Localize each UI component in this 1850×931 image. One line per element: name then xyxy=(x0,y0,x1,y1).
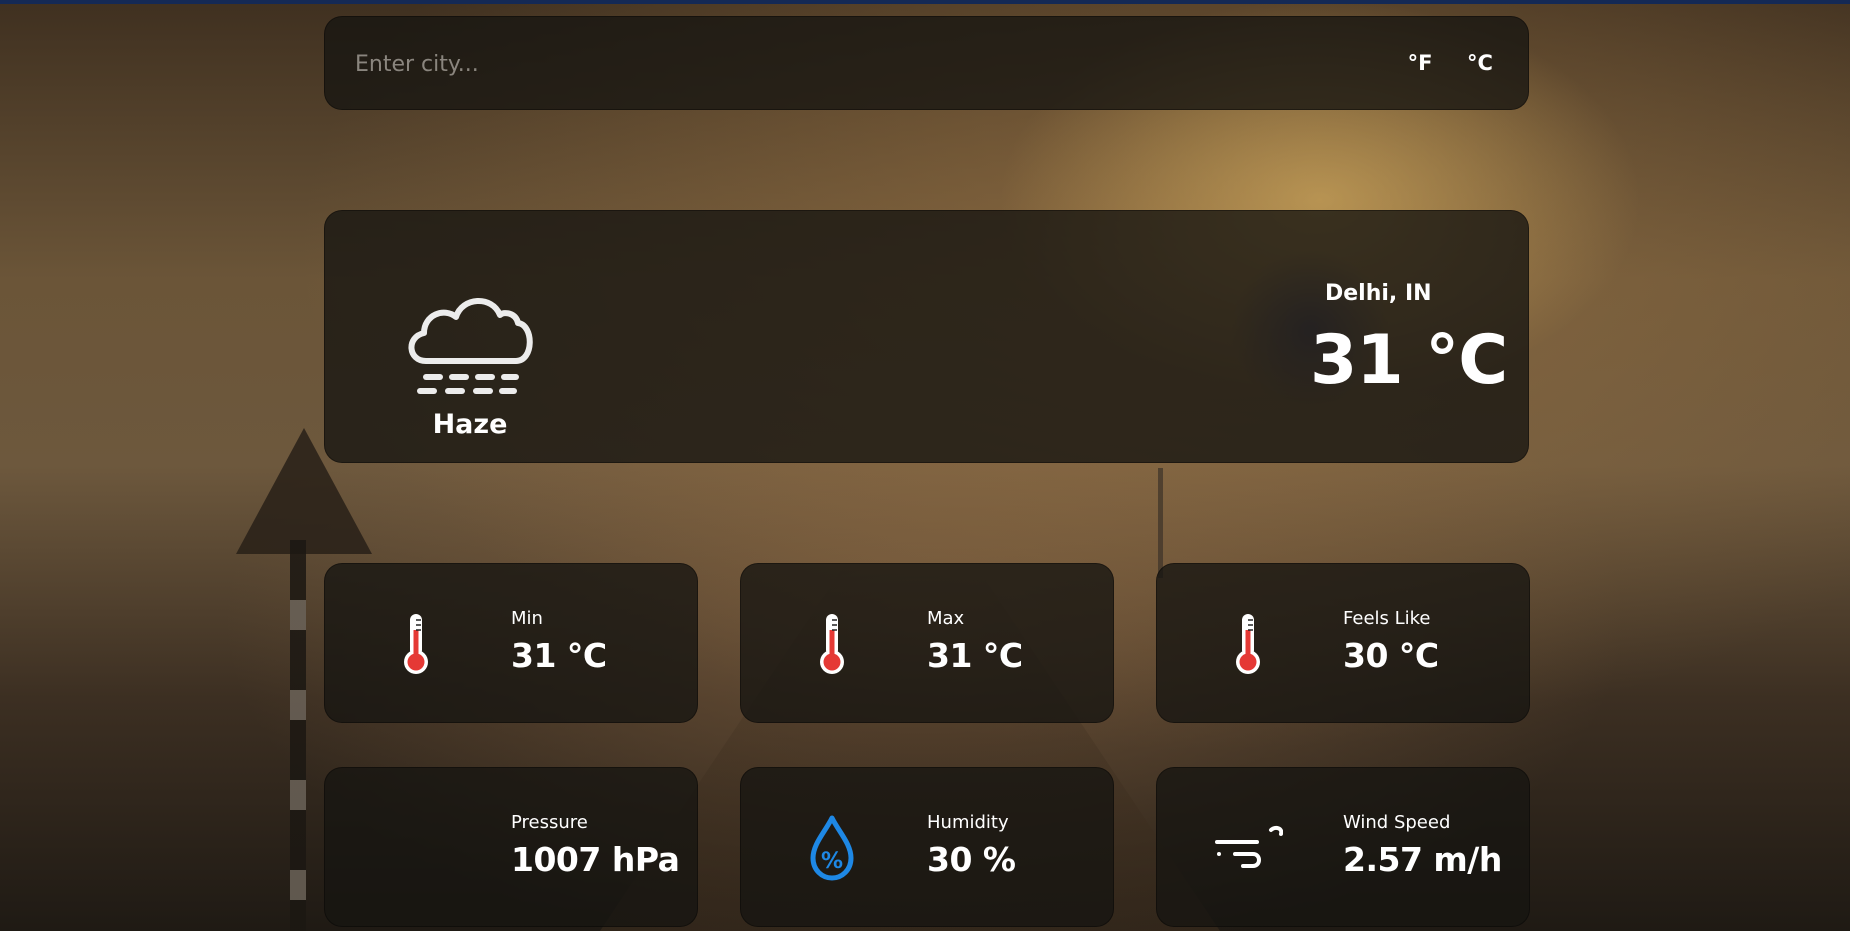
stat-label: Pressure xyxy=(511,812,588,833)
fahrenheit-button[interactable]: °F xyxy=(1400,45,1440,81)
haze-cloud-icon xyxy=(408,298,533,394)
city-search-input[interactable] xyxy=(353,41,1257,87)
stat-label: Humidity xyxy=(927,812,1009,833)
stat-label: Wind Speed xyxy=(1343,812,1451,833)
stat-label: Min xyxy=(511,608,543,629)
current-temperature: 31 °C xyxy=(1310,321,1508,400)
window-top-bar xyxy=(0,0,1850,4)
stat-card-humidity: % Humidity 30 % xyxy=(740,767,1114,927)
current-weather-card: Haze Delhi, IN 31 °C xyxy=(324,210,1529,463)
thermometer-icon xyxy=(404,614,428,674)
stat-value: 31 °C xyxy=(511,636,607,675)
background-sign-post xyxy=(290,540,306,931)
stat-label: Max xyxy=(927,608,965,629)
wind-icon xyxy=(1215,825,1283,868)
stat-label: Feels Like xyxy=(1343,608,1431,629)
thermometer-icon xyxy=(1236,614,1260,674)
stat-card-pressure: Pressure 1007 hPa xyxy=(324,767,698,927)
location-label: Delhi, IN xyxy=(1325,281,1432,306)
search-bar: °F °C xyxy=(324,16,1529,110)
stat-value: 30 % xyxy=(927,840,1016,879)
stat-value: 30 °C xyxy=(1343,636,1439,675)
stat-card-min: Min 31 °C xyxy=(324,563,698,723)
celsius-button[interactable]: °C xyxy=(1460,45,1500,81)
stat-card-wind-speed: Wind Speed 2.57 m/h xyxy=(1156,767,1530,927)
thermometer-icon xyxy=(820,614,844,674)
stat-value: 31 °C xyxy=(927,636,1023,675)
background-pole xyxy=(1158,468,1163,578)
humidity-drop-icon: % xyxy=(810,815,854,881)
condition-label: Haze xyxy=(432,409,508,440)
stat-value: 2.57 m/h xyxy=(1343,840,1502,879)
stat-card-feels-like: Feels Like 30 °C xyxy=(1156,563,1530,723)
svg-text:%: % xyxy=(821,849,843,874)
stat-card-max: Max 31 °C xyxy=(740,563,1114,723)
stat-value: 1007 hPa xyxy=(511,840,680,879)
